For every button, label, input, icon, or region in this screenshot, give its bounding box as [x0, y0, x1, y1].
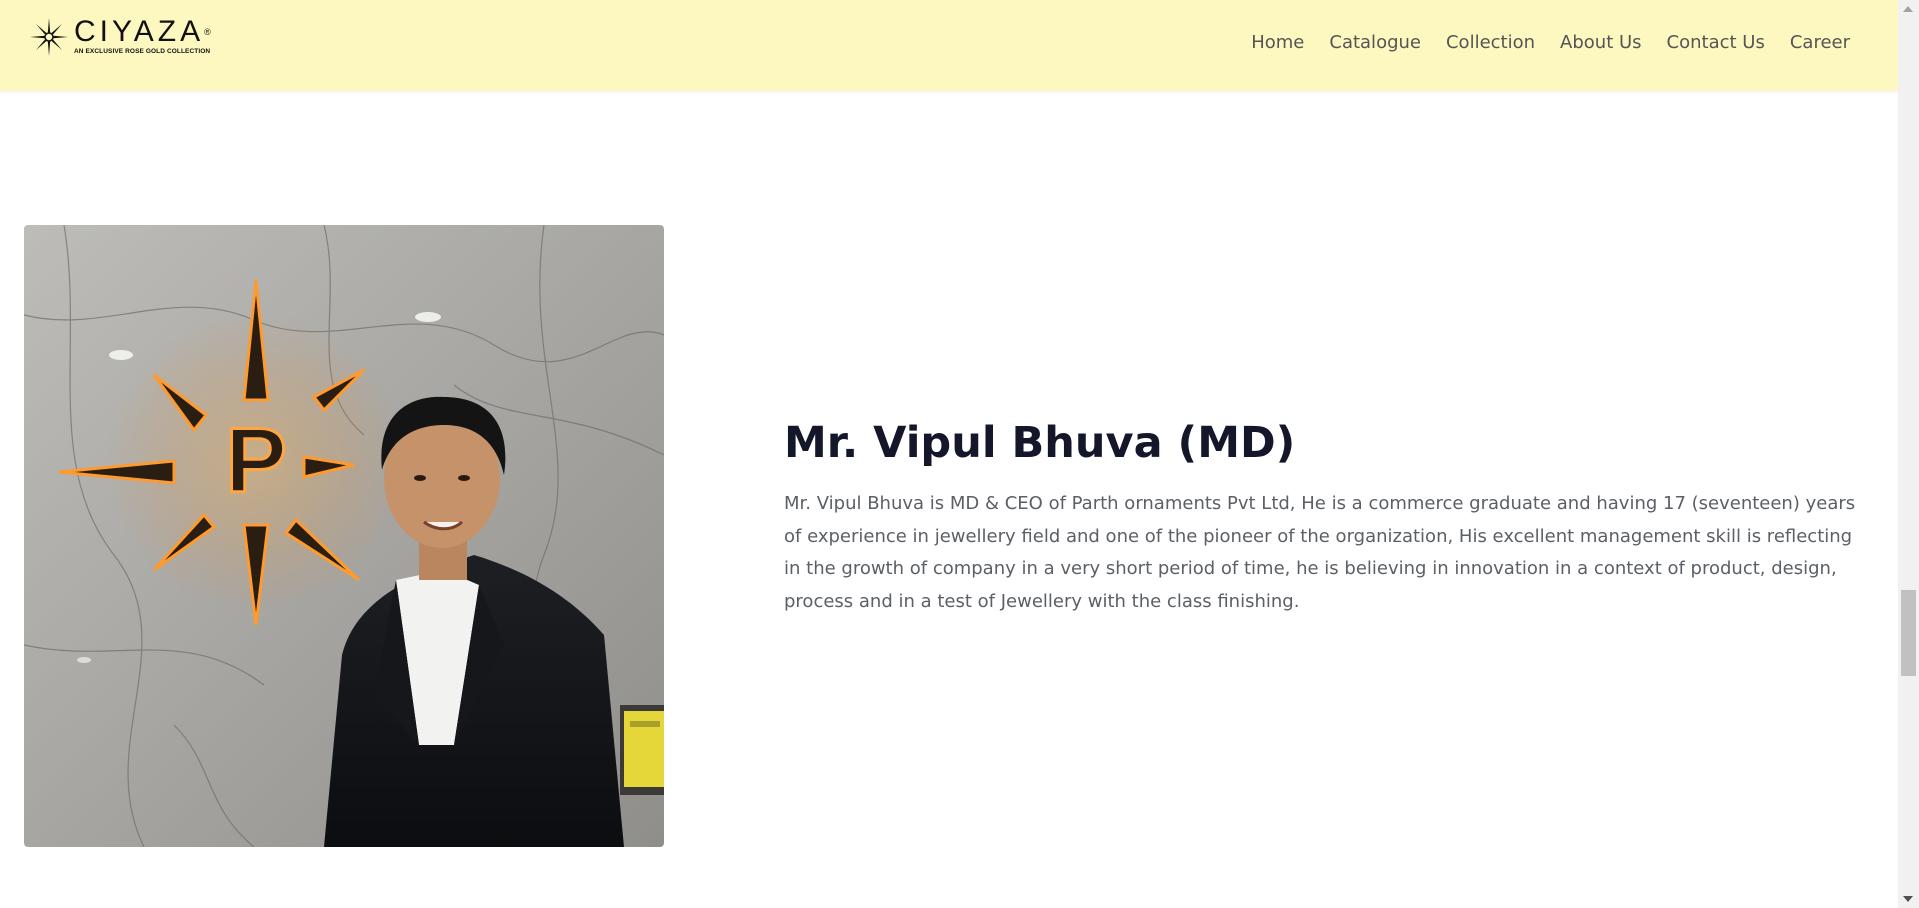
sun-logo-icon [30, 18, 68, 56]
portrait-photo-image: P [24, 225, 664, 847]
main-nav: Home Catalogue Collection About Us Conta… [1226, 30, 1850, 56]
nav-about-us[interactable]: About Us [1560, 30, 1642, 56]
profile-photo: P [24, 225, 664, 847]
vertical-scrollbar[interactable] [1898, 0, 1919, 908]
nav-collection[interactable]: Collection [1446, 30, 1535, 56]
scrollbar-thumb[interactable] [1901, 590, 1916, 676]
site-header: CIYAZA® AN EXCLUSIVE ROSE GOLD COLLECTIO… [0, 0, 1898, 91]
brand-name: CIYAZA® [74, 15, 211, 48]
nav-home[interactable]: Home [1251, 30, 1304, 56]
scroll-up-arrow-icon[interactable] [1903, 6, 1913, 12]
brand-logo[interactable]: CIYAZA® AN EXCLUSIVE ROSE GOLD COLLECTIO… [28, 15, 211, 64]
nav-catalogue[interactable]: Catalogue [1329, 30, 1421, 56]
profile-name: Mr. Vipul Bhuva (MD) [784, 418, 1296, 468]
photo-logo-letter: P [225, 410, 286, 512]
nav-contact-us[interactable]: Contact Us [1667, 30, 1765, 56]
brand-tagline: AN EXCLUSIVE ROSE GOLD COLLECTION [74, 48, 211, 55]
page: CIYAZA® AN EXCLUSIVE ROSE GOLD COLLECTIO… [0, 0, 1919, 908]
nav-career[interactable]: Career [1790, 30, 1850, 56]
profile-bio: Mr. Vipul Bhuva is MD & CEO of Parth orn… [784, 493, 1856, 612]
profile-section: Mr. Vipul Bhuva (MD) Mr. Vipul Bhuva is … [784, 412, 1874, 618]
scroll-down-arrow-icon[interactable] [1903, 896, 1913, 902]
